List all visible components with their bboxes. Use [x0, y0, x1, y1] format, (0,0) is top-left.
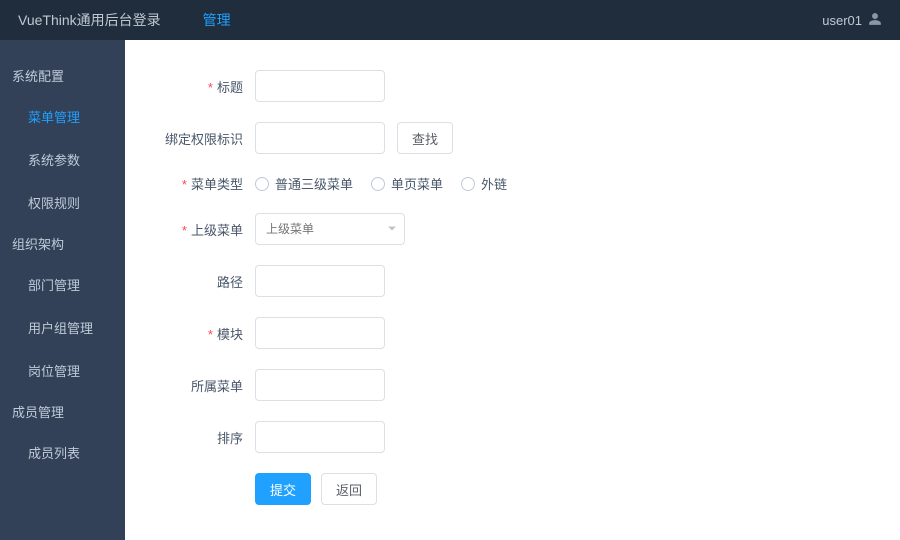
label-belong-menu: 所属菜单	[155, 376, 255, 395]
radio-single-page[interactable]: 单页菜单	[371, 174, 443, 193]
label-module: 模块	[155, 324, 255, 343]
select-parent-input[interactable]	[255, 213, 405, 245]
sidebar-item-permission-rules[interactable]: 权限规则	[0, 181, 125, 224]
back-button[interactable]: 返回	[321, 473, 377, 505]
sidebar-item-usergroup-manage[interactable]: 用户组管理	[0, 306, 125, 349]
sidebar-item-system-params[interactable]: 系统参数	[0, 138, 125, 181]
input-belong-menu[interactable]	[255, 369, 385, 401]
topbar: VueThink通用后台登录 管理 user01	[0, 0, 900, 40]
radio-group-menu-type: 普通三级菜单 单页菜单 外链	[255, 174, 507, 193]
radio-label-external: 外链	[481, 174, 507, 193]
sidebar-item-member-list[interactable]: 成员列表	[0, 431, 125, 474]
user-icon	[868, 12, 882, 29]
user-menu[interactable]: user01	[822, 12, 882, 29]
sidebar-group-members: 成员管理	[0, 392, 125, 431]
brand-title: VueThink通用后台登录	[18, 10, 161, 30]
sidebar-group-system: 系统配置	[0, 56, 125, 95]
sidebar-item-position-manage[interactable]: 岗位管理	[0, 349, 125, 392]
input-sort[interactable]	[255, 421, 385, 453]
nav-manage[interactable]: 管理	[203, 10, 231, 30]
label-permission: 绑定权限标识	[155, 129, 255, 148]
radio-external-link[interactable]: 外链	[461, 174, 507, 193]
radio-circle-icon	[371, 177, 385, 191]
label-title: 标题	[155, 77, 255, 96]
radio-normal-menu[interactable]: 普通三级菜单	[255, 174, 353, 193]
input-module[interactable]	[255, 317, 385, 349]
radio-circle-icon	[461, 177, 475, 191]
main-content: 标题 绑定权限标识 查找 菜单类型 普通三级菜单 单页菜单 外	[125, 40, 900, 540]
radio-circle-icon	[255, 177, 269, 191]
label-parent-menu: 上级菜单	[155, 220, 255, 239]
sidebar-item-menu-manage[interactable]: 菜单管理	[0, 95, 125, 138]
sidebar-group-org: 组织架构	[0, 224, 125, 263]
radio-label-normal: 普通三级菜单	[275, 174, 353, 193]
submit-button[interactable]: 提交	[255, 473, 311, 505]
label-path: 路径	[155, 272, 255, 291]
input-permission[interactable]	[255, 122, 385, 154]
username-label: user01	[822, 13, 862, 28]
input-title[interactable]	[255, 70, 385, 102]
select-parent-menu[interactable]	[255, 213, 405, 245]
radio-label-single: 单页菜单	[391, 174, 443, 193]
sidebar-item-dept-manage[interactable]: 部门管理	[0, 263, 125, 306]
label-sort: 排序	[155, 428, 255, 447]
sidebar: 系统配置 菜单管理 系统参数 权限规则 组织架构 部门管理 用户组管理 岗位管理…	[0, 40, 125, 540]
find-button[interactable]: 查找	[397, 122, 453, 154]
label-menu-type: 菜单类型	[155, 174, 255, 193]
input-path[interactable]	[255, 265, 385, 297]
